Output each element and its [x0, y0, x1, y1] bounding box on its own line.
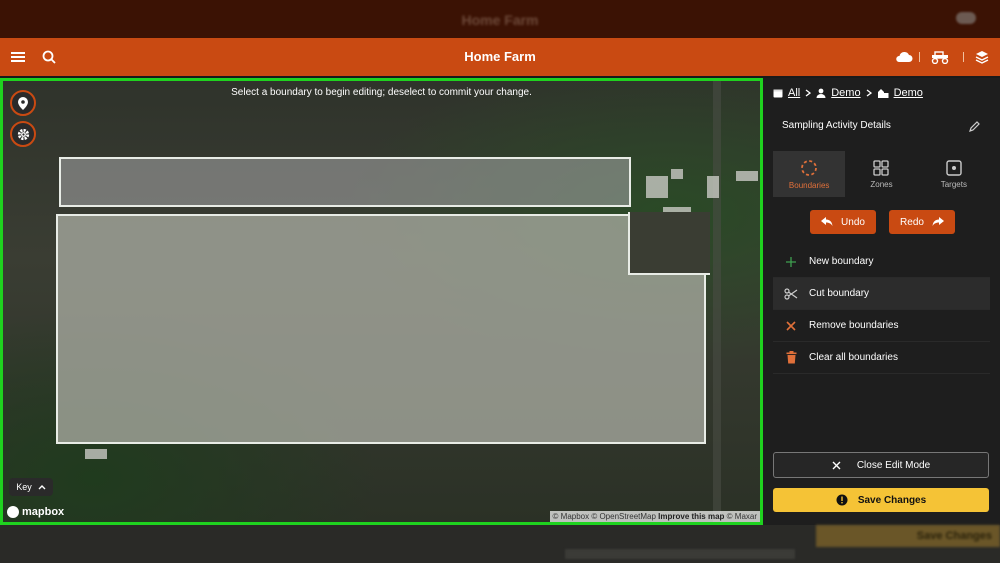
attribution-osm-link[interactable]: © OpenStreetMap — [591, 512, 656, 521]
chevron-right-icon — [805, 89, 812, 97]
breadcrumb-farm[interactable]: Demo — [894, 87, 923, 99]
tab-zones-label: Zones — [870, 179, 893, 189]
background-cloud-icon — [956, 12, 976, 24]
section-title: Sampling Activity Details — [782, 120, 891, 131]
tab-targets-label: Targets — [940, 179, 967, 189]
tab-targets[interactable]: Targets — [918, 151, 990, 197]
pencil-icon — [969, 121, 980, 132]
remove-boundaries-button[interactable]: Remove boundaries — [773, 310, 990, 342]
edit-details-button[interactable] — [969, 119, 980, 137]
edit-panel: All Demo Demo Sampling Activity Details … — [763, 78, 1000, 525]
new-boundary-button[interactable]: New boundary — [773, 246, 990, 278]
redo-button[interactable]: Redo — [889, 210, 955, 234]
attribution-mapbox-link[interactable]: © Mapbox — [553, 512, 590, 521]
scissors-icon — [784, 287, 798, 300]
remove-boundaries-label: Remove boundaries — [809, 320, 899, 331]
map-key-toggle[interactable]: Key — [9, 478, 53, 496]
map-building — [85, 449, 107, 459]
attribution-improve-link[interactable]: Improve this map — [658, 512, 724, 521]
cut-boundary-button[interactable]: Cut boundary — [773, 278, 990, 310]
background-attribution — [565, 549, 795, 559]
save-changes-label: Save Changes — [857, 494, 927, 506]
alert-circle-icon — [836, 494, 848, 506]
tab-zones[interactable]: Zones — [845, 151, 917, 197]
map-building — [671, 169, 683, 179]
map-view[interactable]: Select a boundary to begin editing; dese… — [0, 78, 763, 525]
map-attribution: © Mapbox © OpenStreetMap Improve this ma… — [549, 511, 760, 522]
grid-icon — [873, 159, 890, 176]
gear-icon — [17, 128, 29, 140]
page-title: Home Farm — [464, 49, 536, 64]
redo-label: Redo — [900, 216, 924, 228]
background-save-button: Save Changes — [816, 525, 1000, 547]
mapbox-logo[interactable]: mapbox — [7, 506, 64, 518]
edit-tabs: Boundaries Zones Targets — [773, 151, 990, 197]
map-building — [707, 176, 719, 198]
calendar-icon — [773, 89, 783, 98]
undo-icon — [821, 217, 833, 226]
field-boundary-notch — [628, 212, 710, 275]
barn-icon — [877, 89, 889, 98]
map-building — [646, 176, 668, 198]
breadcrumb: All Demo Demo — [773, 87, 923, 99]
plus-icon — [786, 256, 796, 267]
cut-boundary-label: Cut boundary — [809, 288, 870, 299]
close-icon — [832, 461, 841, 469]
map-settings-button[interactable] — [10, 121, 36, 147]
redo-icon — [932, 217, 944, 226]
chevron-up-icon — [38, 484, 46, 489]
x-icon — [786, 320, 796, 331]
header-divider — [963, 52, 964, 62]
tab-boundaries-label: Boundaries — [788, 180, 830, 190]
save-changes-button[interactable]: Save Changes — [773, 488, 989, 512]
clear-all-boundaries-label: Clear all boundaries — [809, 352, 898, 363]
field-boundary-north[interactable] — [59, 157, 631, 207]
map-road — [713, 81, 721, 522]
clear-all-boundaries-button[interactable]: Clear all boundaries — [773, 342, 990, 374]
tab-boundaries[interactable]: Boundaries — [773, 151, 846, 197]
breadcrumb-all[interactable]: All — [788, 87, 800, 99]
tractor-icon[interactable] — [928, 47, 952, 67]
location-pin-button[interactable] — [10, 90, 36, 116]
map-building — [736, 171, 758, 181]
background-bottom-bar: Save Changes — [0, 525, 1000, 563]
background-top-bar: Home Farm — [0, 0, 1000, 38]
mapbox-logo-icon — [7, 506, 19, 518]
chevron-right-icon — [866, 89, 872, 97]
boundary-actions-list: New boundary Cut boundary Remove boundar… — [773, 246, 990, 374]
field-boundary-main[interactable] — [56, 214, 706, 444]
header-divider — [919, 52, 920, 62]
mapbox-logo-text: mapbox — [22, 506, 65, 518]
trash-icon — [786, 351, 796, 364]
layers-icon[interactable] — [972, 47, 992, 67]
user-icon — [816, 88, 826, 98]
map-key-label: Key — [16, 482, 32, 492]
boundary-dashed-icon — [801, 159, 818, 176]
map-instruction-banner: Select a boundary to begin editing; dese… — [231, 87, 532, 98]
undo-redo-group: Undo Redo — [810, 210, 955, 234]
attribution-maxar-link[interactable]: © Maxar — [727, 512, 757, 521]
breadcrumb-client[interactable]: Demo — [831, 87, 860, 99]
undo-label: Undo — [841, 216, 865, 228]
new-boundary-label: New boundary — [809, 256, 874, 267]
app-header: Home Farm — [0, 38, 1000, 76]
undo-button[interactable]: Undo — [810, 210, 876, 234]
target-icon — [946, 159, 962, 176]
cloud-icon[interactable] — [894, 47, 914, 67]
close-edit-mode-button[interactable]: Close Edit Mode — [773, 452, 989, 478]
location-pin-icon — [18, 96, 28, 110]
close-edit-mode-label: Close Edit Mode — [856, 459, 931, 471]
background-title: Home Farm — [461, 12, 539, 28]
